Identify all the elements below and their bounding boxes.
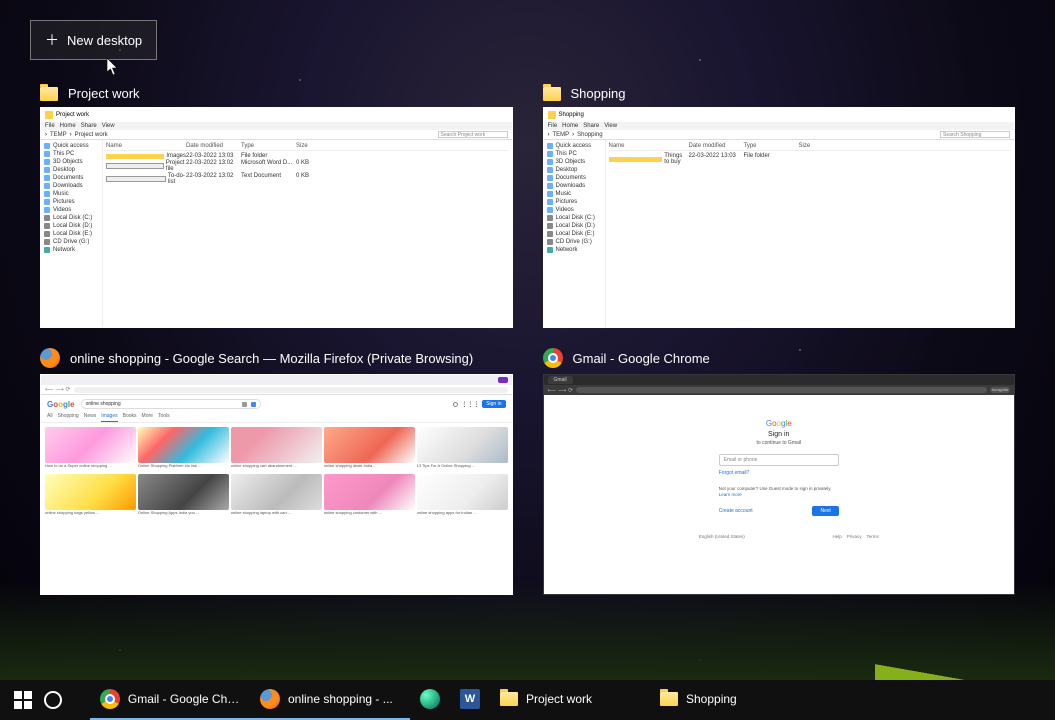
taskbar-item[interactable]: W <box>450 680 490 720</box>
folder-icon <box>543 87 561 101</box>
task-thumbnail-chrome[interactable]: Gmail - Google Chrome Gmail ⟵ ⟶ ⟳Incogni… <box>543 348 1016 595</box>
taskbar-item[interactable] <box>410 680 450 720</box>
explorer-sidebar: Quick accessThis PC3D ObjectsDesktopDocu… <box>41 140 103 327</box>
chrome-icon <box>543 348 563 368</box>
taskbar-item[interactable]: Gmail - Google Chr... <box>90 680 250 720</box>
cortana-button[interactable] <box>44 691 62 709</box>
chrome-icon <box>100 689 120 709</box>
cursor-icon <box>106 58 120 76</box>
folder-icon <box>660 692 678 706</box>
taskbar-item[interactable]: online shopping - ... <box>250 680 410 720</box>
task-title: Gmail - Google Chrome <box>573 351 710 366</box>
file-list-2: Things to buy22-03-2022 13:03File folder <box>609 153 1012 165</box>
word-icon: W <box>460 689 480 709</box>
task-thumbnail-project-work[interactable]: Project work Project work File Home Shar… <box>40 86 513 328</box>
taskbar-item[interactable]: Shopping <box>650 680 810 720</box>
task-title: Shopping <box>571 86 626 101</box>
file-list: Images22-03-2022 13:03File folderProject… <box>106 153 509 185</box>
google-tabs: AllShoppingNewsImagesBooksMoreTools <box>41 413 512 423</box>
taskbar-item[interactable]: Project work <box>490 680 650 720</box>
folder-icon <box>40 87 58 101</box>
explorer-sidebar-2: Quick accessThis PC3D ObjectsDesktopDocu… <box>544 140 606 327</box>
globe-icon <box>420 689 440 709</box>
task-view-grid: Project work Project work File Home Shar… <box>40 86 1015 595</box>
taskbar: Gmail - Google Chr...online shopping - .… <box>0 680 1055 720</box>
start-button[interactable] <box>14 691 32 709</box>
firefox-icon <box>40 348 60 368</box>
task-title: online shopping - Google Search — Mozill… <box>70 351 473 366</box>
folder-icon <box>500 692 518 706</box>
image-results: How to do a Super online shopping ...Onl… <box>41 423 512 523</box>
google-logo: Google <box>47 400 75 409</box>
task-thumbnail-shopping[interactable]: Shopping Shopping File Home Share View ›… <box>543 86 1016 328</box>
plus-icon: ＋ <box>45 30 59 50</box>
new-desktop-label: New desktop <box>67 33 142 48</box>
new-desktop-button[interactable]: ＋ New desktop <box>30 20 157 60</box>
task-title: Project work <box>68 86 140 101</box>
firefox-icon <box>260 689 280 709</box>
task-thumbnail-firefox[interactable]: online shopping - Google Search — Mozill… <box>40 348 513 595</box>
